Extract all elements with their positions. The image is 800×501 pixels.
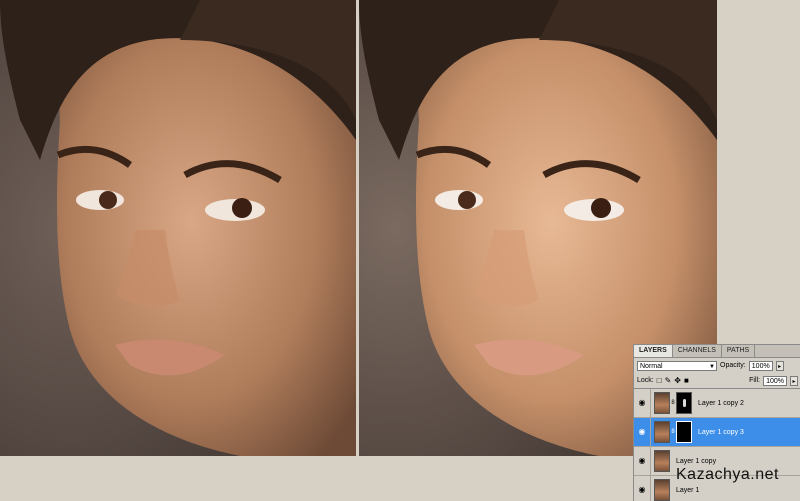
chevron-down-icon: ▼ xyxy=(709,363,715,370)
lock-icons: □ ✎ ✥ ■ xyxy=(657,376,689,385)
opacity-label: Opacity: xyxy=(720,362,746,369)
layer-row-selected[interactable]: ◉ 8 Layer 1 copy 3 xyxy=(634,418,800,447)
lock-move-icon[interactable]: ✥ xyxy=(674,376,681,385)
eye-icon[interactable]: ◉ xyxy=(634,418,651,446)
fill-input[interactable]: 100% xyxy=(763,375,787,386)
layer-thumbnail xyxy=(654,392,670,414)
layer-name: Layer 1 xyxy=(676,486,700,494)
lock-paint-icon[interactable]: ✎ xyxy=(665,376,672,385)
fill-label: Fill: xyxy=(749,377,760,384)
blend-mode-value: Normal xyxy=(640,362,663,370)
lock-label: Lock: xyxy=(637,377,654,384)
layer-name: Layer 1 copy 2 xyxy=(698,399,744,407)
layer-name: Layer 1 copy xyxy=(676,457,717,465)
layers-list: ◉ 8 Layer 1 copy 2 ◉ 8 Layer 1 copy 3 ◉ … xyxy=(634,388,800,501)
lock-all-icon[interactable]: ■ xyxy=(684,376,689,385)
blend-row: Normal ▼ Opacity: 100% ▸ xyxy=(634,358,800,373)
layer-thumbnail xyxy=(654,479,670,501)
tab-paths[interactable]: PATHS xyxy=(722,345,756,357)
layer-mask-thumbnail[interactable] xyxy=(676,421,692,443)
layer-mask-thumbnail[interactable] xyxy=(676,392,692,414)
tab-channels[interactable]: CHANNELS xyxy=(673,345,722,357)
eye-icon[interactable]: ◉ xyxy=(634,476,651,501)
layer-thumbnail xyxy=(654,450,670,472)
lock-transparency-icon[interactable]: □ xyxy=(657,376,662,385)
watermark: Kazachya.net xyxy=(676,466,779,483)
opacity-input[interactable]: 100% xyxy=(748,360,773,371)
tab-layers[interactable]: LAYERS xyxy=(634,345,673,357)
layer-row[interactable]: ◉ 8 Layer 1 copy 2 xyxy=(634,389,800,418)
panel-tabs: LAYERS CHANNELS PATHS xyxy=(634,345,800,358)
opacity-slider-button[interactable]: ▸ xyxy=(775,360,784,371)
lock-row: Lock: □ ✎ ✥ ■ Fill: 100% ▸ xyxy=(634,373,800,388)
blend-mode-select[interactable]: Normal ▼ xyxy=(637,360,717,371)
eye-icon[interactable]: ◉ xyxy=(634,447,651,475)
layer-thumbnail xyxy=(654,421,670,443)
layer-name: Layer 1 copy 3 xyxy=(698,428,744,436)
fill-slider-button[interactable]: ▸ xyxy=(790,375,798,386)
before-photo xyxy=(0,0,356,456)
eye-icon[interactable]: ◉ xyxy=(634,389,651,417)
